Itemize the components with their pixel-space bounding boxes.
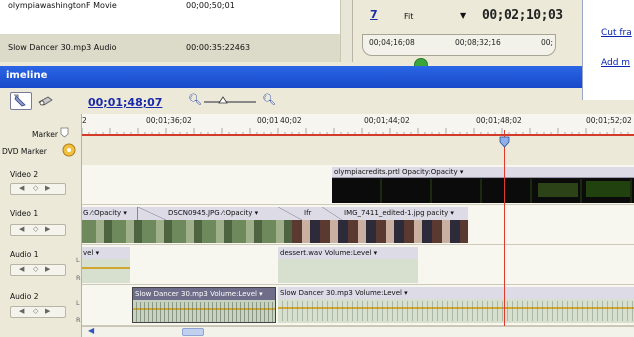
audio-clip[interactable]: Slow Dancer 30.mp3 Volume:Level ▾ xyxy=(278,287,634,323)
ruler-label: 00;01;44;02 xyxy=(364,116,410,125)
playhead-icon[interactable] xyxy=(499,136,510,148)
zoom-slider-track[interactable] xyxy=(204,101,256,103)
audio2-track[interactable]: Slow Dancer 30.mp3 Volume:Level ▾ Slow D… xyxy=(82,285,634,326)
audio1-track[interactable]: vel ▾ dessert.wav Volume:Level ▾ xyxy=(82,245,634,285)
current-time-display[interactable]: 00;01;48;07 xyxy=(88,96,162,109)
monitor-ruler-label: 00;04;16;08 xyxy=(369,38,415,47)
project-item-duration: 00;00;50;01 xyxy=(186,1,235,10)
audio1-keyframe-nav[interactable]: ◀ ◇ ▶ xyxy=(10,264,66,276)
audio-clip[interactable]: dessert.wav Volume:Level ▾ xyxy=(278,247,418,283)
monitor-marker-icon[interactable]: 7 xyxy=(370,8,378,21)
premiere-elements-window: olympiawashingtonF Movie 00;00;50;01 Slo… xyxy=(0,0,634,337)
ruler-label: 00;01;36;02 xyxy=(146,116,192,125)
dvd-marker-icon[interactable] xyxy=(62,143,76,157)
video1-keyframe-nav[interactable]: ◀ ◇ ▶ xyxy=(10,224,66,236)
transition[interactable] xyxy=(138,207,166,220)
playhead-line[interactable] xyxy=(504,130,505,327)
razor-tool-icon[interactable] xyxy=(38,94,54,108)
project-row[interactable]: olympiawashingtonF Movie 00;00;50;01 xyxy=(0,0,352,18)
ruler-label: 00;01 xyxy=(257,116,279,125)
video1-track[interactable]: G ⁄:Opacity ▾ DSCN0945.JPG ⁄:Opacity ▾ I… xyxy=(82,205,634,245)
clip-title: IMG_7411_edited-1.jpg pacity ▾ xyxy=(342,207,468,220)
project-item-name: Slow Dancer 30.mp3 Audio xyxy=(8,43,117,52)
dvd-marker-label: DVD Marker xyxy=(2,147,47,156)
project-row-selected[interactable]: Slow Dancer 30.mp3 Audio 00:00:35:22463 xyxy=(0,34,352,62)
monitor-ruler-label: 00;08;32;16 xyxy=(455,38,501,47)
ruler-label: 2 xyxy=(82,116,87,125)
right-channel-marker: R xyxy=(76,316,81,324)
audio-clip-selected[interactable]: Slow Dancer 30.mp3 Volume:Level ▾ xyxy=(132,287,276,323)
monitor-zoom-select[interactable]: Fit xyxy=(404,12,413,21)
project-item-name: olympiawashingtonF Movie xyxy=(8,1,117,10)
video2-label: Video 2 xyxy=(10,170,39,179)
cut-frame-link[interactable]: Cut fra xyxy=(601,28,632,38)
left-channel-marker: L xyxy=(76,299,80,307)
clip-title: Slow Dancer 30.mp3 Volume:Level ▾ xyxy=(133,288,275,300)
video-clip[interactable]: olympiacredits.prtl Opacity:Opacity ▾ xyxy=(332,167,634,203)
monitor-timecode[interactable]: 00;02;10;03 xyxy=(482,8,563,23)
scroll-left-icon[interactable]: ◀ xyxy=(88,326,100,337)
clip-thumbnails xyxy=(82,220,292,243)
timeline-title: imeline xyxy=(0,66,582,88)
project-scrollbar[interactable] xyxy=(340,0,352,62)
video2-track[interactable]: olympiacredits.prtl Opacity:Opacity ▾ xyxy=(82,165,634,205)
marker-icon[interactable] xyxy=(60,127,69,138)
audio2-keyframe-nav[interactable]: ◀ ◇ ▶ xyxy=(10,306,66,318)
transition[interactable] xyxy=(322,207,342,220)
zoom-out-icon[interactable]: 🔍︎ xyxy=(188,93,202,106)
clip-title: olympiacredits.prtl Opacity:Opacity ▾ xyxy=(332,167,634,178)
transition[interactable] xyxy=(278,207,302,220)
track-headers: Marker DVD Marker Video 2 ◀ ◇ ▶ Video 1 ◀ ◇… xyxy=(0,114,82,337)
clip-thumbnail xyxy=(538,183,578,197)
timeline-scrollbar[interactable] xyxy=(82,326,634,337)
zoom-slider-thumb[interactable] xyxy=(218,96,228,104)
scrollbar-thumb[interactable] xyxy=(182,328,204,336)
clip-title: vel ▾ xyxy=(82,247,130,259)
clip-title: Ifr xyxy=(302,207,322,220)
clip-thumbnails xyxy=(292,220,468,243)
left-channel-marker: L xyxy=(76,256,80,264)
monitor-ruler[interactable]: 00;04;16;08 00;08;32;16 00; xyxy=(362,34,556,56)
work-area-bar[interactable] xyxy=(82,134,634,136)
marker-label: Marker xyxy=(32,130,58,139)
clip-title: Slow Dancer 30.mp3 Volume:Level ▾ xyxy=(278,287,634,299)
right-channel-marker: R xyxy=(76,274,81,282)
audio-clip[interactable]: vel ▾ xyxy=(82,247,130,283)
video1-label: Video 1 xyxy=(10,209,39,218)
selection-tool-icon[interactable] xyxy=(10,92,32,110)
chevron-down-icon[interactable]: ▼ xyxy=(460,11,466,20)
volume-line[interactable] xyxy=(82,267,130,269)
add-media-link[interactable]: Add m xyxy=(601,58,630,68)
project-item-duration: 00:00:35:22463 xyxy=(186,43,251,52)
monitor-ruler-label: 00; xyxy=(541,38,554,47)
video-clip-group[interactable]: G ⁄:Opacity ▾ DSCN0945.JPG ⁄:Opacity ▾ I… xyxy=(82,207,468,243)
ruler-label: 00;01;52;02 xyxy=(586,116,632,125)
clip-title: DSCN0945.JPG ⁄:Opacity ▾ xyxy=(166,207,278,220)
audio2-label: Audio 2 xyxy=(10,292,39,301)
zoom-in-icon[interactable]: 🔍︎ xyxy=(262,93,276,106)
clip-title: G ⁄:Opacity ▾ xyxy=(82,207,138,220)
clip-title: dessert.wav Volume:Level ▾ xyxy=(278,247,418,259)
waveform xyxy=(278,301,634,321)
video2-keyframe-nav[interactable]: ◀ ◇ ▶ xyxy=(10,183,66,195)
ruler-label: 40;02 xyxy=(280,116,302,125)
project-panel: olympiawashingtonF Movie 00;00;50;01 Slo… xyxy=(0,0,352,62)
waveform xyxy=(133,302,275,322)
clip-thumbnail xyxy=(586,181,630,197)
task-panel: Cut fra Add m xyxy=(582,0,634,100)
audio1-label: Audio 1 xyxy=(10,250,39,259)
ruler-label: 00;01;48;02 xyxy=(476,116,522,125)
